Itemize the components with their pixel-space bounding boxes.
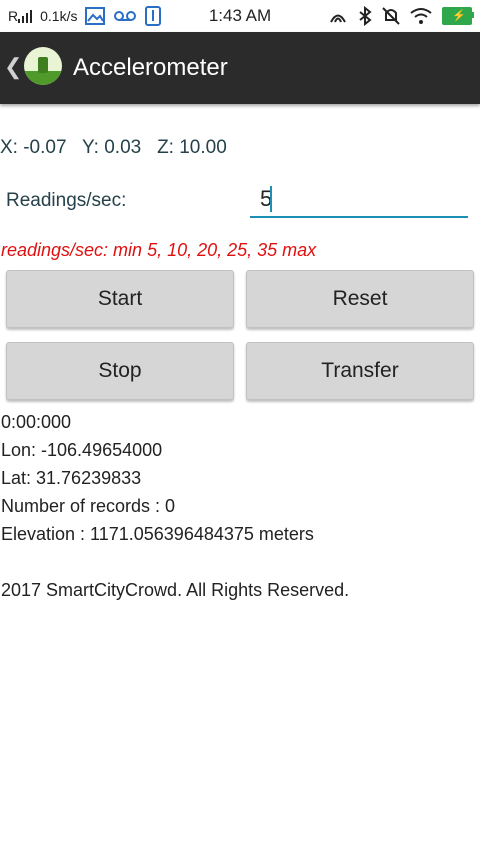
stop-button[interactable]: Stop: [6, 342, 234, 400]
battery-icon: ⚡: [442, 7, 474, 25]
readings-label: Readings/sec:: [6, 190, 127, 211]
mute-icon: [382, 6, 400, 26]
timer-text: 0:00:000: [1, 412, 72, 432]
app-logo[interactable]: [24, 47, 62, 85]
status-bar: R 0.1k/s 1:43 AM ⚡: [0, 0, 480, 32]
elevation-text: Elevation : 1171.056396484375 meters: [1, 524, 314, 544]
z-value: 10.00: [179, 137, 227, 158]
longitude-text: Lon: -106.49654000: [1, 440, 163, 460]
z-label: Z:: [157, 137, 174, 158]
readings-input[interactable]: [250, 182, 468, 218]
xyz-readout: X: -0.07 Y: 0.03 Z: 10.00: [0, 137, 227, 159]
bluetooth-icon: [358, 6, 372, 26]
reset-button[interactable]: Reset: [246, 270, 474, 328]
copyright-text: 2017 SmartCityCrowd. All Rights Reserved…: [1, 580, 350, 600]
x-value: -0.07: [23, 137, 67, 158]
status-right: ⚡: [328, 6, 474, 26]
y-label: Y:: [82, 137, 99, 158]
nfc-icon: [328, 7, 348, 25]
back-chevron-icon[interactable]: ❮: [4, 54, 22, 80]
action-bar: ❮ Accelerometer: [0, 32, 480, 104]
latitude-text: Lat: 31.76239833: [1, 468, 142, 488]
records-count-text: Number of records : 0: [1, 496, 176, 516]
text-cursor: [270, 186, 272, 212]
x-label: X:: [0, 137, 18, 158]
start-button[interactable]: Start: [6, 270, 234, 328]
y-value: 0.03: [104, 137, 142, 158]
screen-title: Accelerometer: [73, 54, 228, 81]
transfer-button[interactable]: Transfer: [246, 342, 474, 400]
readings-hint: readings/sec: min 5, 10, 20, 25, 35 max: [1, 240, 317, 260]
wifi-icon: [410, 7, 432, 25]
